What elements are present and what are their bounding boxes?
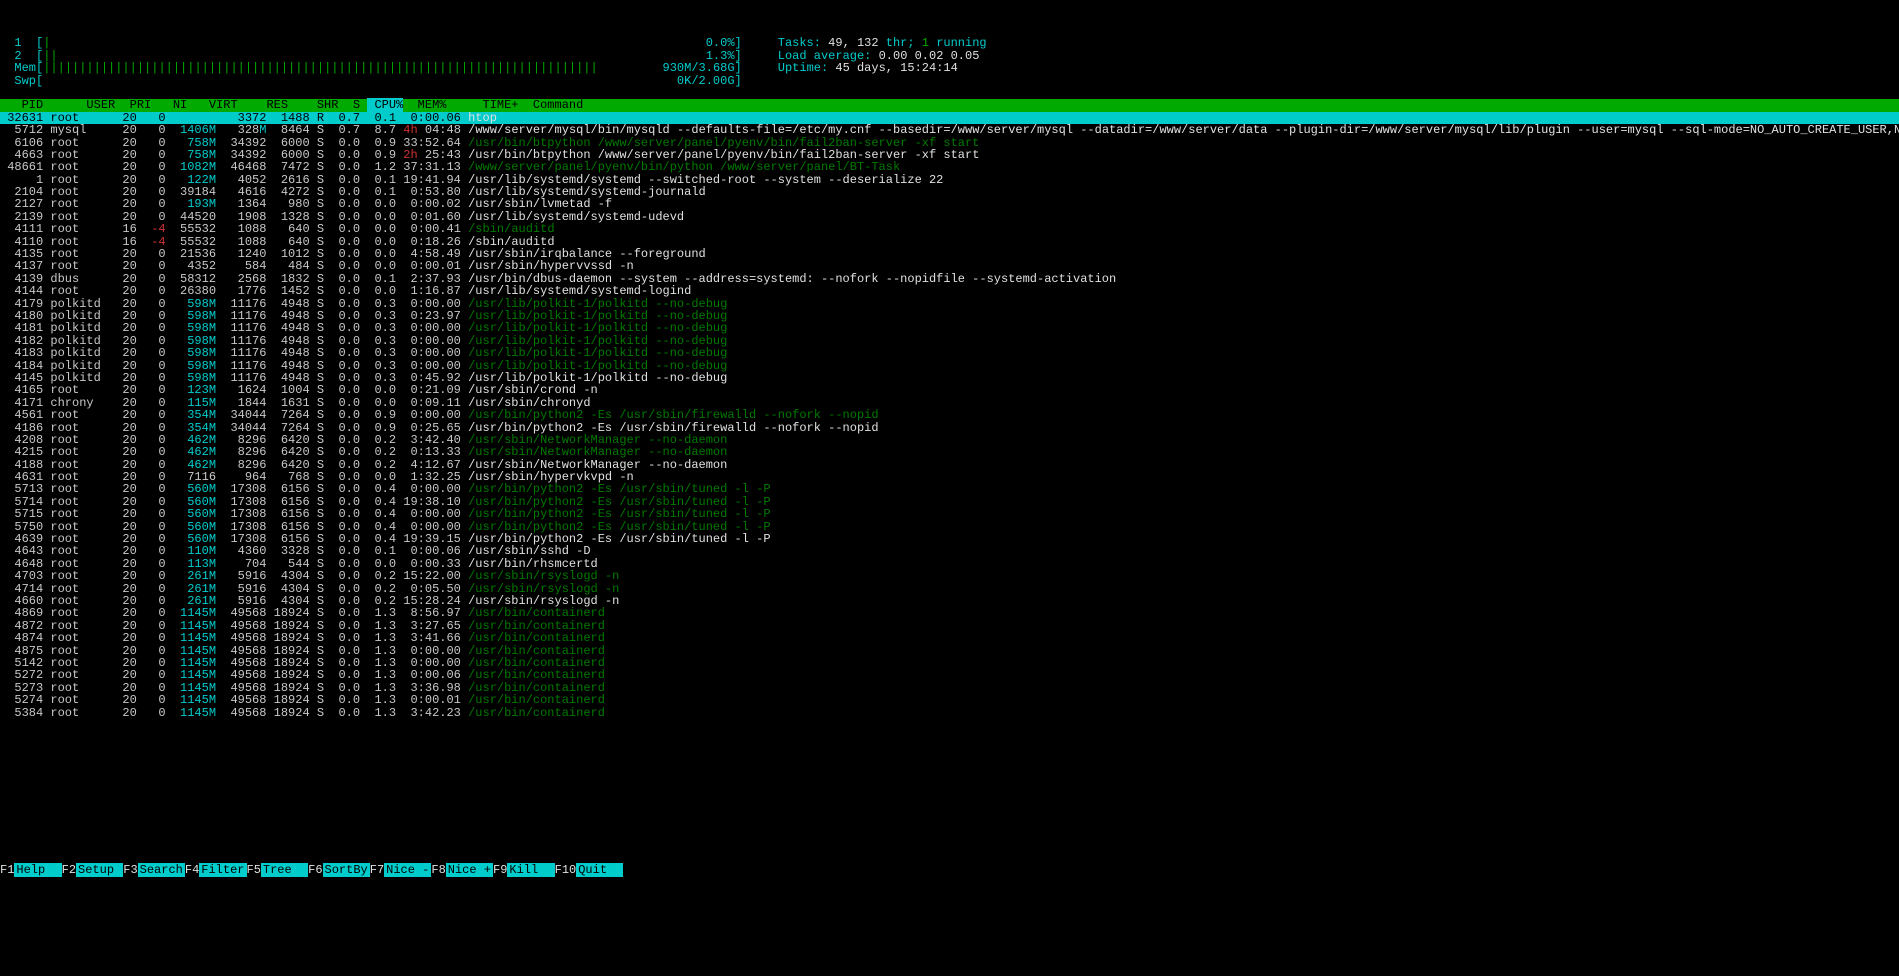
process-row[interactable]: 4643 root 20 0 110M 4360 3328 S 0.0 0.1 … [0, 545, 1899, 557]
process-row[interactable]: 4181 polkitd 20 0 598M 11176 4948 S 0.0 … [0, 322, 1899, 334]
fkey-F7[interactable]: F7 [370, 863, 384, 877]
fkey-F9[interactable]: F9 [493, 863, 507, 877]
process-row[interactable]: 4111 root 16 -4 55532 1088 640 S 0.0 0.0… [0, 223, 1899, 235]
process-row[interactable]: 4183 polkitd 20 0 598M 11176 4948 S 0.0 … [0, 347, 1899, 359]
swp-label: Swp [14, 74, 36, 88]
function-key-bar: F1Help F2Setup F3SearchF4FilterF5Tree F6… [0, 864, 1899, 876]
fkey-F5[interactable]: F5 [247, 863, 261, 877]
process-row[interactable]: 4561 root 20 0 354M 34044 7264 S 0.0 0.9… [0, 409, 1899, 421]
process-row[interactable]: 5384 root 20 0 1145M 49568 18924 S 0.0 1… [0, 707, 1899, 719]
process-row[interactable]: 4215 root 20 0 462M 8296 6420 S 0.0 0.2 … [0, 446, 1899, 458]
fkey-F1[interactable]: F1 [0, 863, 14, 877]
process-row[interactable]: 5713 root 20 0 560M 17308 6156 S 0.0 0.4… [0, 483, 1899, 495]
process-row[interactable]: 4703 root 20 0 261M 5916 4304 S 0.0 0.2 … [0, 570, 1899, 582]
fkey-F2[interactable]: F2 [62, 863, 76, 877]
process-row[interactable]: 4874 root 20 0 1145M 49568 18924 S 0.0 1… [0, 632, 1899, 644]
process-row[interactable]: 4869 root 20 0 1145M 49568 18924 S 0.0 1… [0, 607, 1899, 619]
process-row[interactable]: 5272 root 20 0 1145M 49568 18924 S 0.0 1… [0, 669, 1899, 681]
fkey-F10[interactable]: F10 [555, 863, 577, 877]
fkey-F3[interactable]: F3 [123, 863, 137, 877]
process-row[interactable]: 4165 root 20 0 123M 1624 1004 S 0.0 0.0 … [0, 384, 1899, 396]
fkey-F4[interactable]: F4 [185, 863, 199, 877]
htop-main: 1 [| 0.0%] Tasks: 49, 132 thr; 1 running… [0, 37, 1899, 913]
column-header[interactable]: PID USER PRI NI VIRT RES SHR S CPU% MEM%… [0, 99, 1899, 111]
process-row[interactable]: 5274 root 20 0 1145M 49568 18924 S 0.0 1… [0, 694, 1899, 706]
fkey-F8[interactable]: F8 [431, 863, 445, 877]
fkey-F6[interactable]: F6 [308, 863, 322, 877]
uptime-label: Uptime: [778, 61, 836, 75]
process-row[interactable]: 5715 root 20 0 560M 17308 6156 S 0.0 0.4… [0, 508, 1899, 520]
process-row[interactable]: 48661 root 20 0 1082M 46468 7472 S 0.0 1… [0, 161, 1899, 173]
process-row[interactable]: 4144 root 20 0 26380 1776 1452 S 0.0 0.0… [0, 285, 1899, 297]
